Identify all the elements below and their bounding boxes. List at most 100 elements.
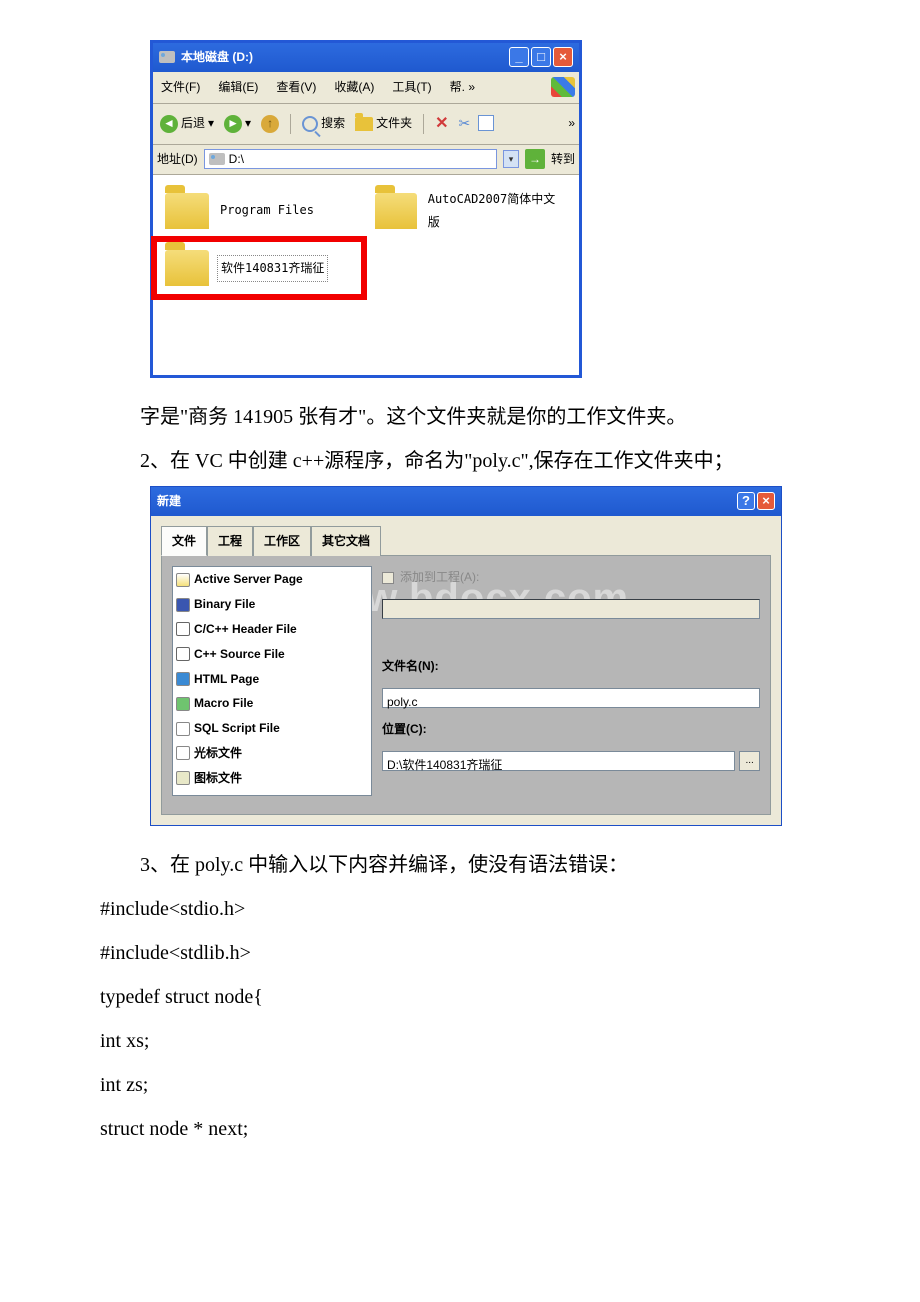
folder-label: 软件140831齐瑞征 [217,255,328,282]
vc-titlebar: 新建 ? × [151,487,781,516]
explorer-menubar: 文件(F) 编辑(E) 查看(V) 收藏(A) 工具(T) 帮. » [153,72,579,104]
copy-button[interactable] [477,115,497,133]
up-icon: ↑ [261,115,279,133]
vc-panel: www.bdocx.com Active Server Page Binary … [161,555,771,815]
filename-input[interactable]: poly.c [382,688,760,708]
back-button[interactable]: ◄后退▾ [157,110,217,137]
vc-new-dialog: 新建 ? × 文件 工程 工作区 其它文档 www.bdocx.com Acti… [150,486,782,827]
folder-label: Program Files [217,198,317,223]
maximize-button[interactable]: □ [531,47,551,67]
list-item: 图标文件 [173,766,371,791]
explorer-addressbar: 地址(D) D:\ ▾ → 转到 [153,145,579,175]
code-line: int xs; [100,1022,820,1060]
paragraph-2: 2、在 VC 中创建 c++源程序，命名为"poly.c",保存在工作文件夹中； [100,442,820,480]
back-dropdown-icon[interactable]: ▾ [208,112,214,135]
help-button[interactable]: ? [737,492,755,510]
go-label: 转到 [551,148,575,171]
back-icon: ◄ [160,115,178,133]
list-item: HTML Page [173,667,371,692]
asp-icon [176,573,190,587]
list-item: Macro File [173,691,371,716]
copy-icon [480,117,494,131]
vc-form: 添加到工程(A): 文件名(N): poly.c 位置(C): D:\软件140… [382,566,760,804]
explorer-body: Program Files AutoCAD2007简体中文版 软件140831齐… [153,175,579,375]
drive-icon [209,153,225,165]
add-to-project: 添加到工程(A): [382,566,760,589]
cpp-icon [176,647,190,661]
address-input[interactable]: D:\ [204,149,497,169]
vc-tabs: 文件 工程 工作区 其它文档 [161,526,771,557]
close-button[interactable]: × [757,492,775,510]
address-label: 地址(D) [157,148,198,171]
list-item: C++ Source File [173,642,371,667]
sql-icon [176,722,190,736]
tab-other[interactable]: 其它文档 [311,526,381,557]
tab-project[interactable]: 工程 [207,526,253,557]
tab-workspace[interactable]: 工作区 [253,526,311,557]
folders-button[interactable]: 文件夹 [352,110,415,137]
minimize-button[interactable]: _ [509,47,529,67]
separator [290,114,291,134]
menu-file[interactable]: 文件(F) [157,74,204,101]
menu-overflow-icon[interactable] [527,85,535,89]
address-dropdown-icon[interactable]: ▾ [503,150,519,168]
menu-edit[interactable]: 编辑(E) [214,74,262,101]
windows-flag-icon [551,77,575,97]
search-icon [302,116,318,132]
paragraph-3: 3、在 poly.c 中输入以下内容并编译，使没有语法错误： [100,846,820,884]
drive-icon [159,51,175,63]
tab-file[interactable]: 文件 [161,526,207,557]
go-button[interactable]: → [525,149,545,169]
forward-dropdown-icon[interactable]: ▾ [245,112,251,135]
add-to-project-label: 添加到工程(A): [400,566,479,589]
binary-icon [176,598,190,612]
vc-filetype-list[interactable]: Active Server Page Binary File C/C++ Hea… [172,566,372,796]
list-item: Binary File [173,592,371,617]
folder-icon [165,250,209,286]
project-combo [382,599,760,619]
folder-item-highlighted[interactable]: 软件140831齐瑞征 [159,244,359,292]
list-item: 光标文件 [173,741,371,766]
explorer-titlebar: 本地磁盘 (D:) _ □ × [153,43,579,72]
menu-fav[interactable]: 收藏(A) [330,74,378,101]
checkbox[interactable] [382,572,394,584]
list-item: SQL Script File [173,716,371,741]
cut-icon: ✂ [459,110,471,137]
list-item: C/C++ Header File [173,617,371,642]
search-button[interactable]: 搜索 [299,110,348,137]
menu-help[interactable]: 帮. » [446,74,479,101]
folder-item[interactable]: Program Files [159,181,359,241]
macro-icon [176,697,190,711]
menu-view[interactable]: 查看(V) [272,74,320,101]
icon-file-icon [176,771,190,785]
location-label: 位置(C): [382,718,760,741]
folder-icon [165,193,209,229]
cursor-icon [176,746,190,760]
menu-tools[interactable]: 工具(T) [388,74,435,101]
code-line: #include<stdlib.h> [100,934,820,972]
location-input[interactable]: D:\软件140831齐瑞征 [382,751,735,771]
code-line: int zs; [100,1066,820,1104]
toolbar-overflow-icon[interactable]: » [568,112,575,135]
html-icon [176,672,190,686]
header-icon [176,622,190,636]
explorer-toolbar: ◄后退▾ ►▾ ↑ 搜索 文件夹 ✕ ✂ » [153,104,579,145]
forward-button[interactable]: ►▾ [221,110,254,137]
cut-button[interactable]: ✂ [456,108,474,139]
folder-icon [375,193,417,229]
up-button[interactable]: ↑ [258,113,282,135]
delete-icon: ✕ [435,109,448,139]
folder-item[interactable]: AutoCAD2007简体中文版 [369,181,569,241]
code-line: #include<stdio.h> [100,890,820,928]
forward-icon: ► [224,115,242,133]
explorer-title: 本地磁盘 (D:) [181,46,503,69]
delete-button[interactable]: ✕ [432,107,451,141]
address-value: D:\ [229,148,244,171]
vc-title: 新建 [157,490,735,513]
browse-button[interactable]: ... [739,751,760,771]
explorer-window: 本地磁盘 (D:) _ □ × 文件(F) 编辑(E) 查看(V) 收藏(A) … [150,40,582,378]
list-item: 位图文件 [173,791,371,797]
close-button[interactable]: × [553,47,573,67]
code-line: struct node * next; [100,1110,820,1148]
code-line: typedef struct node{ [100,978,820,1016]
